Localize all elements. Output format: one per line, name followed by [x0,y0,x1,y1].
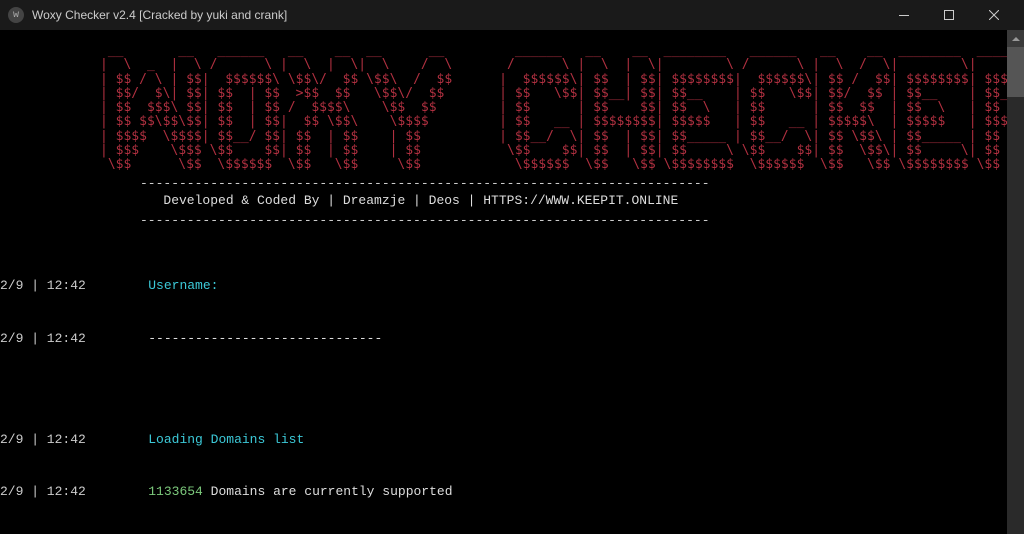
log-row: 2/9 | 12:42 1133654 Domains are currentl… [0,483,1007,501]
divider-bottom: ----------------------------------------… [0,212,1007,230]
terminal-output: __ __ ______ __ __ __ __ ______ __ __ __… [0,30,1007,534]
minimize-icon [899,15,909,16]
timestamp: 2/9 | 12:42 [0,331,86,346]
chevron-up-icon [1012,37,1020,41]
timestamp: 2/9 | 12:42 [0,432,86,447]
timestamp: 2/9 | 12:42 [0,278,86,293]
vertical-scrollbar[interactable] [1007,30,1024,534]
scrollbar-up-button[interactable] [1007,30,1024,47]
divider-top: ----------------------------------------… [0,175,1007,193]
close-icon [989,10,999,20]
ascii-logo: __ __ ______ __ __ __ __ ______ __ __ __… [0,44,1007,173]
log-row: 2/9 | 12:42 Username: [0,277,1007,295]
log-row: 2/9 | 12:42 ----------------------------… [0,330,1007,348]
maximize-icon [944,10,954,20]
timestamp: 2/9 | 12:42 [0,484,86,499]
username-dashes: ------------------------------ [148,331,382,346]
window-controls [881,0,1016,30]
titlebar: w Woxy Checker v2.4 [Cracked by yuki and… [0,0,1024,30]
log-row: 2/9 | 12:42 Loading Domains list [0,431,1007,449]
log-area: 2/9 | 12:42 Username: 2/9 | 12:42 ------… [0,242,1007,534]
username-label: Username: [148,278,218,293]
scrollbar-thumb[interactable] [1007,47,1024,97]
minimize-button[interactable] [881,0,926,30]
domains-count: 1133654 [148,484,203,499]
window-title: Woxy Checker v2.4 [Cracked by yuki and c… [32,8,881,22]
domains-suffix: Domains are currently supported [203,484,453,499]
maximize-button[interactable] [926,0,971,30]
close-button[interactable] [971,0,1016,30]
credits-line: Developed & Coded By | Dreamzje | Deos |… [0,192,1007,210]
app-icon: w [8,7,24,23]
loading-domains-label: Loading Domains list [148,432,304,447]
